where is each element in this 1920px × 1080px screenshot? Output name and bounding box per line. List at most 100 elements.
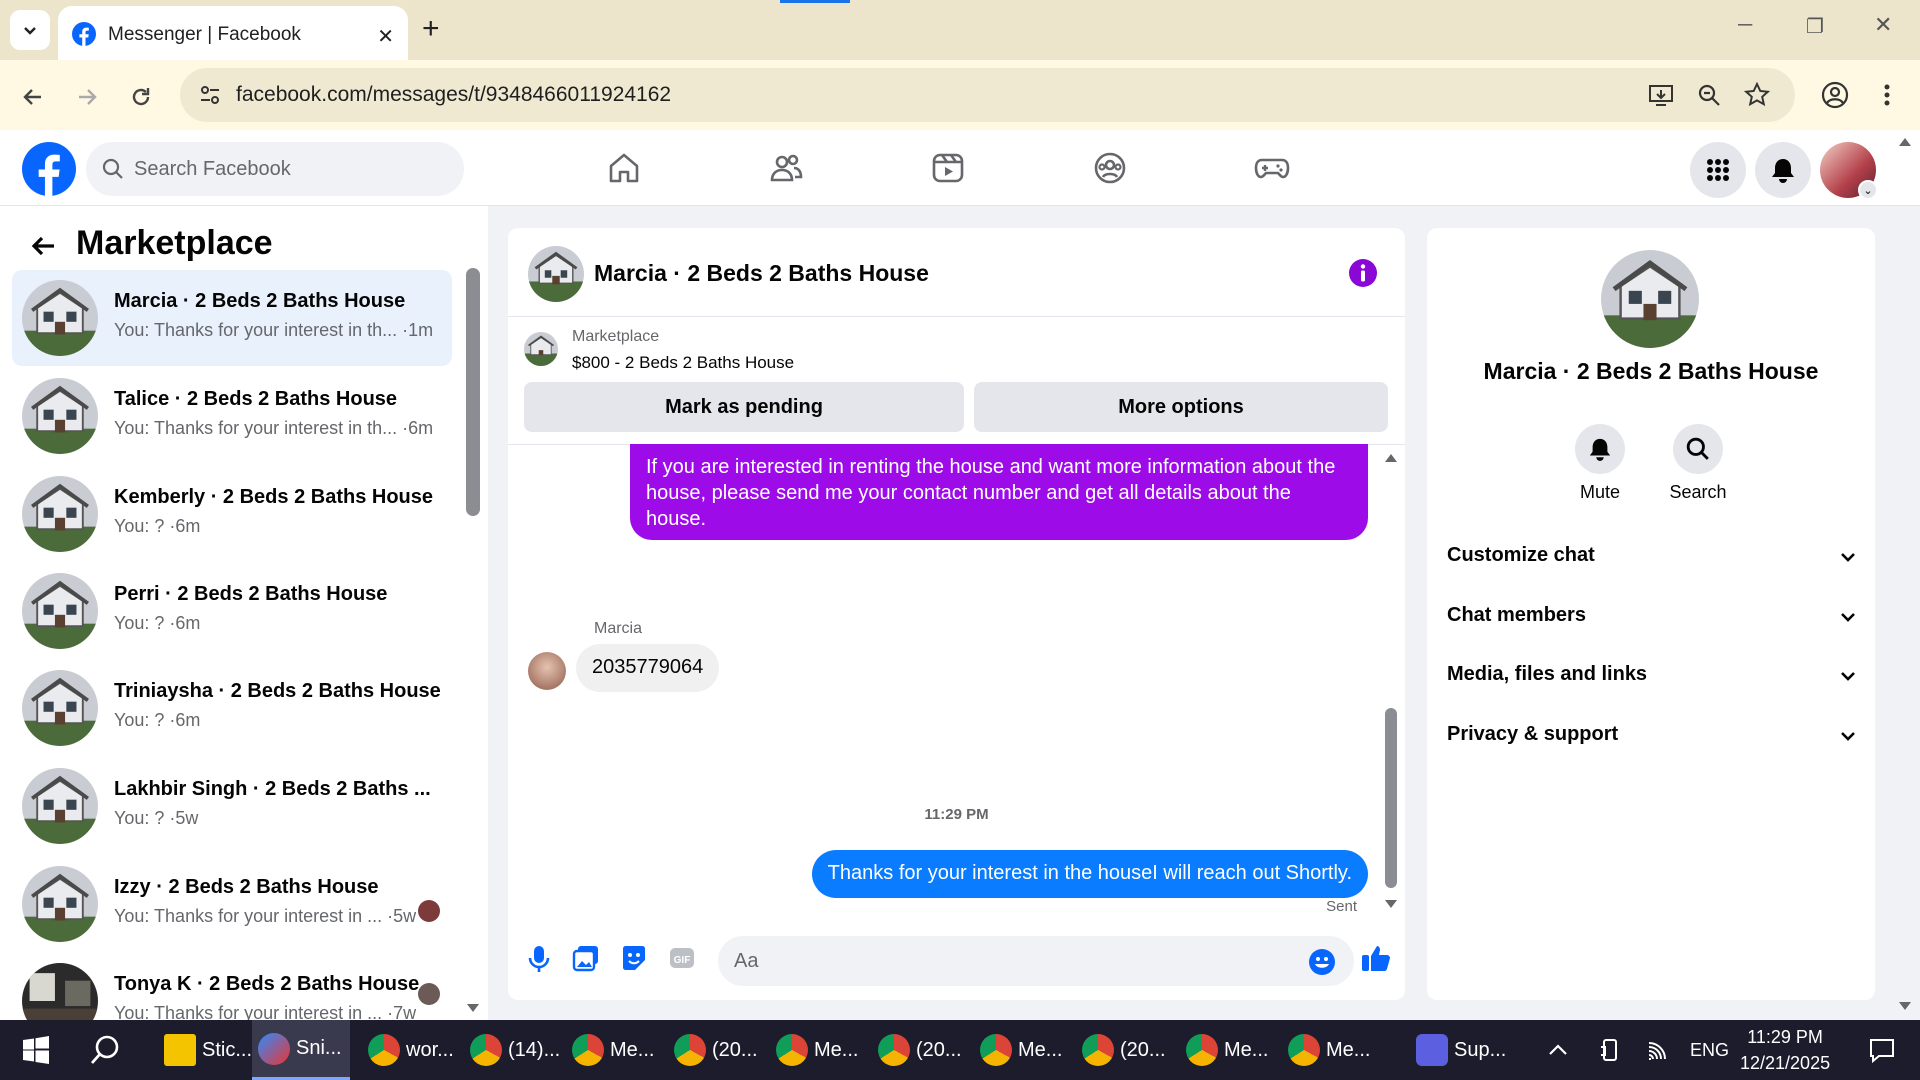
back-button[interactable] (16, 80, 50, 114)
conversation-item[interactable]: Kemberly · 2 Beds 2 Baths House You: ? ·6… (12, 466, 452, 562)
scroll-down-icon[interactable] (466, 1002, 480, 1014)
chat-title[interactable]: Marcia · 2 Beds 2 Baths House (594, 260, 929, 287)
conversation-item[interactable]: Izzy · 2 Beds 2 Baths House You: Thanks f… (12, 856, 452, 952)
taskbar-app-button[interactable]: Stic... (158, 1020, 260, 1080)
search-placeholder: Search Facebook (134, 158, 291, 180)
gif-icon[interactable]: GIF (668, 944, 696, 972)
listing-title[interactable]: $800 - 2 Beds 2 Baths House (572, 353, 794, 373)
conversation-item[interactable]: Marcia · 2 Beds 2 Baths House You: Thanks… (12, 270, 452, 366)
sticker-icon[interactable] (620, 944, 648, 972)
mute-button[interactable]: Mute (1555, 424, 1645, 503)
conversation-name: Lakhbir Singh · 2 Beds 2 Baths ... (114, 778, 431, 800)
taskbar-app-button[interactable]: (14)... (464, 1020, 568, 1080)
conversation-item[interactable]: Lakhbir Singh · 2 Beds 2 Baths ... You: ?… (12, 758, 452, 854)
page-scroll-down-icon[interactable] (1898, 1000, 1912, 1012)
message-input[interactable]: Aa (718, 936, 1354, 986)
taskbar-app-button[interactable]: Me... (566, 1020, 662, 1080)
system-clock[interactable]: 11:29 PM 12/21/2025 (1740, 1024, 1830, 1076)
taskbar-app-button[interactable]: Me... (770, 1020, 866, 1080)
tray-device[interactable] (1598, 1020, 1622, 1080)
window-close-icon[interactable]: ✕ (1874, 12, 1892, 38)
profile-icon[interactable] (1820, 80, 1850, 110)
house-photo-icon (22, 476, 98, 552)
taskbar-app-button[interactable]: (20... (872, 1020, 970, 1080)
conversation-avatar (22, 573, 98, 649)
conversation-item[interactable]: Talice · 2 Beds 2 Baths House You: Thanks… (12, 368, 452, 464)
incoming-message[interactable]: 2035779064 (576, 644, 720, 692)
notification-center-button[interactable] (1868, 1020, 1896, 1080)
install-app-icon[interactable] (1648, 82, 1674, 108)
page-scroll-up-icon[interactable] (1898, 136, 1912, 148)
house-photo-icon (22, 768, 98, 844)
facebook-search-input[interactable]: Search Facebook (86, 142, 464, 196)
photo-icon[interactable] (572, 944, 600, 972)
info-avatar[interactable] (1601, 250, 1699, 348)
notifications-button[interactable] (1755, 142, 1811, 198)
site-info-icon[interactable] (198, 83, 222, 107)
conversation-name: Izzy · 2 Beds 2 Baths House (114, 876, 379, 898)
media-files-links-row[interactable]: Media, files and links (1447, 663, 1857, 703)
taskbar-app-button[interactable]: Me... (1282, 1020, 1378, 1080)
taskbar-app-button[interactable]: Me... (974, 1020, 1070, 1080)
conversation-item[interactable]: Triniaysha · 2 Beds 2 Baths House You: ? … (12, 660, 452, 756)
account-avatar[interactable]: ⌄ (1820, 142, 1878, 200)
kebab-menu-icon[interactable] (1872, 80, 1902, 110)
taskbar-app-button[interactable]: Me... (1180, 1020, 1276, 1080)
home-icon[interactable] (606, 150, 642, 186)
taskbar-app-button[interactable]: Sni... (252, 1020, 350, 1080)
back-arrow-icon[interactable] (28, 230, 60, 262)
tab-search-button[interactable] (10, 10, 50, 50)
outgoing-message[interactable]: If you are interested in renting the hou… (630, 444, 1368, 540)
taskbar-app-button[interactable]: Sup... (1410, 1020, 1514, 1080)
privacy-support-row[interactable]: Privacy & support (1447, 723, 1857, 763)
scroll-down-icon[interactable] (1384, 898, 1398, 910)
windows-start-icon[interactable] (22, 1036, 50, 1064)
friends-icon[interactable] (768, 150, 804, 186)
taskbar-app-button[interactable]: (20... (668, 1020, 766, 1080)
taskbar-app-label: (20... (712, 1038, 758, 1061)
facebook-logo-icon[interactable] (22, 142, 76, 196)
new-tab-button[interactable]: + (422, 14, 440, 44)
row-label: Chat members (1447, 604, 1586, 626)
sender-avatar[interactable] (528, 652, 566, 690)
chat-avatar[interactable] (528, 246, 584, 302)
microphone-icon[interactable] (526, 944, 552, 974)
bookmark-star-icon[interactable] (1744, 82, 1770, 108)
tray-overflow[interactable] (1546, 1020, 1570, 1080)
zoom-icon[interactable] (1696, 82, 1722, 108)
search-icon[interactable] (90, 1034, 122, 1066)
taskbar-app-button[interactable]: (20... (1076, 1020, 1174, 1080)
language-indicator[interactable]: ENG (1690, 1020, 1729, 1080)
mark-as-pending-button[interactable]: Mark as pending (524, 382, 964, 432)
scroll-up-icon[interactable] (1384, 452, 1398, 464)
forward-button[interactable] (70, 80, 104, 114)
groups-icon[interactable] (1092, 150, 1128, 186)
chevron-up-icon (1549, 1044, 1567, 1055)
customize-chat-row[interactable]: Customize chat (1447, 544, 1857, 584)
tray-wifi[interactable] (1646, 1020, 1670, 1080)
emoji-icon[interactable] (1308, 948, 1336, 976)
chat-members-row[interactable]: Chat members (1447, 604, 1857, 644)
search-in-chat-button[interactable]: Search (1653, 424, 1743, 503)
outgoing-message[interactable]: Thanks for your interest in the houseI w… (811, 850, 1368, 898)
address-bar[interactable]: facebook.com/messages/t/9348466011924162 (180, 68, 1795, 122)
chat-scrollbar[interactable] (1385, 708, 1397, 888)
taskbar-app-button[interactable]: wor... (362, 1020, 462, 1080)
conversation-item[interactable]: Perri · 2 Beds 2 Baths House You: ? ·6m (12, 563, 452, 659)
chevron-down-icon: ⌄ (1858, 180, 1878, 200)
gaming-icon[interactable] (1254, 150, 1290, 186)
info-icon[interactable] (1348, 258, 1378, 288)
browser-tab[interactable]: Messenger | Facebook ✕ (58, 6, 408, 60)
bell-icon (1772, 159, 1794, 183)
reload-button[interactable] (124, 80, 158, 114)
more-options-button[interactable]: More options (974, 382, 1388, 432)
listing-thumbnail[interactable] (524, 332, 558, 366)
close-tab-icon[interactable]: ✕ (377, 24, 394, 49)
menu-button[interactable] (1690, 142, 1746, 198)
video-icon[interactable] (930, 150, 966, 186)
conversation-item[interactable]: Tonya K · 2 Beds 2 Baths House You: Thank… (12, 953, 452, 1039)
list-scrollbar[interactable] (466, 268, 480, 516)
like-thumb-icon[interactable] (1360, 942, 1392, 974)
minimize-icon[interactable]: ─ (1738, 14, 1752, 37)
restore-icon[interactable]: ❐ (1806, 14, 1824, 39)
